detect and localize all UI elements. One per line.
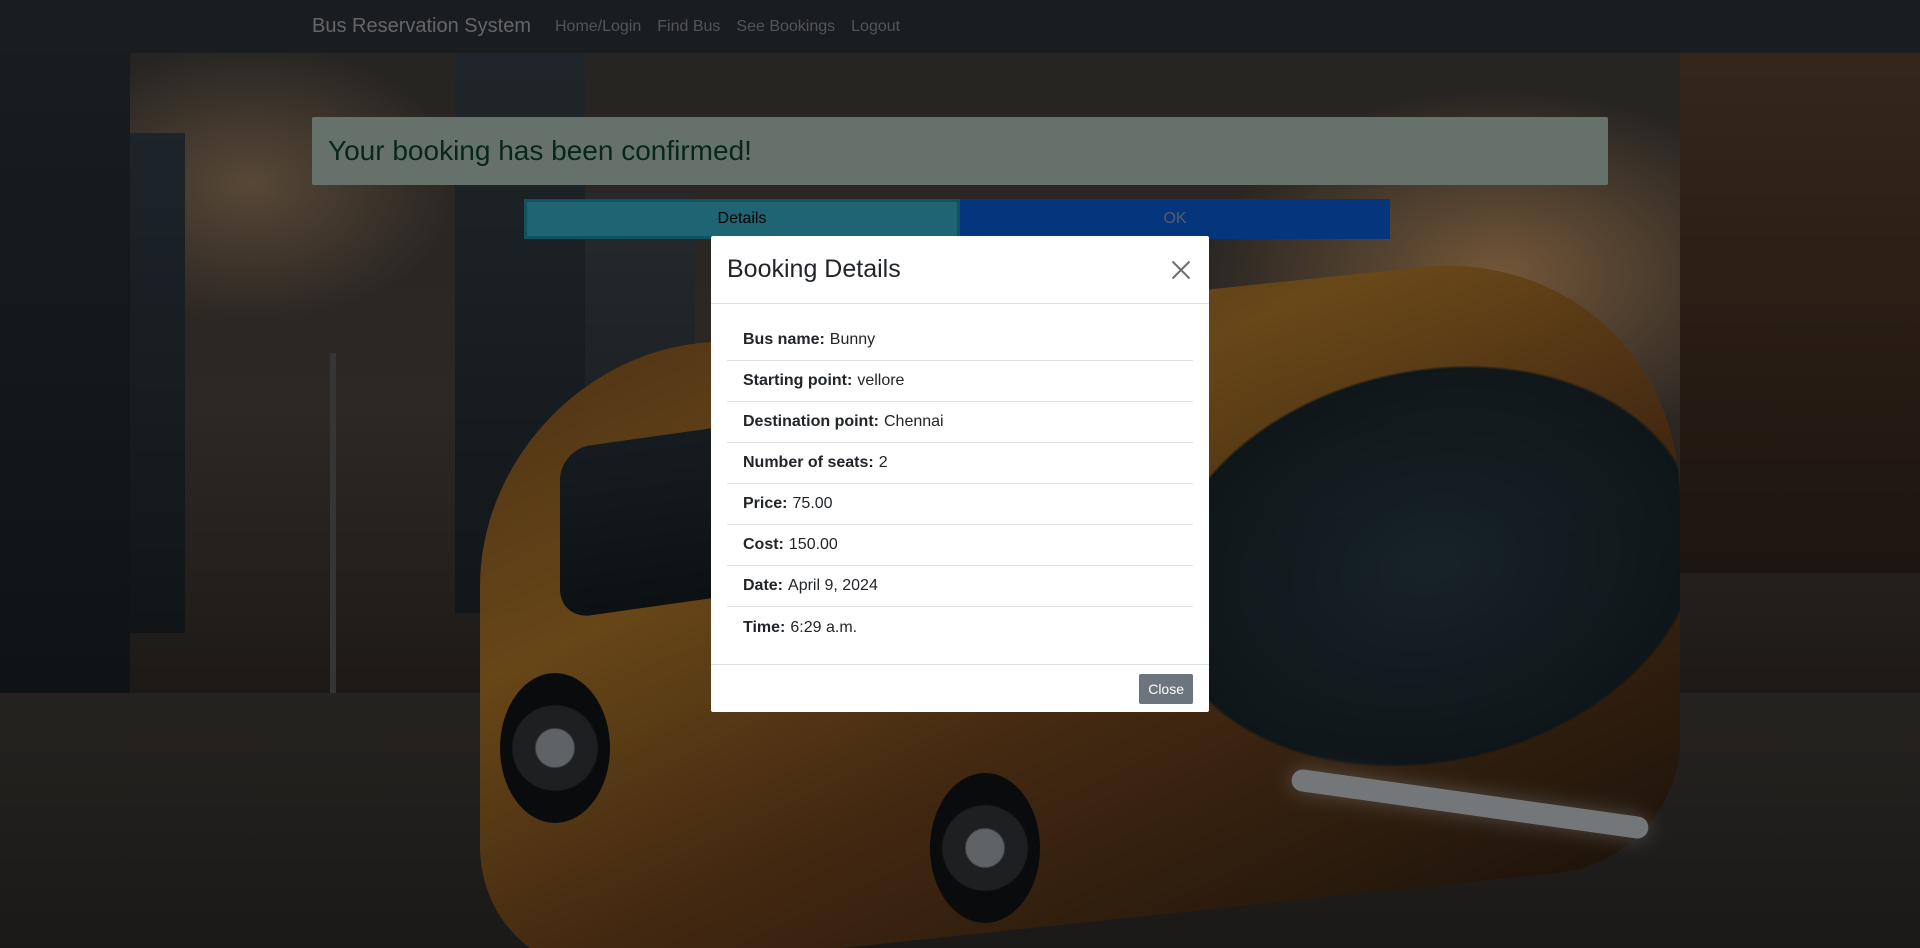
- modal-footer: Close: [711, 664, 1209, 712]
- detail-label: Price:: [743, 495, 788, 512]
- booking-details-modal: Booking Details Bus name: Bunny Starting…: [711, 236, 1209, 712]
- detail-value: 75.00: [792, 495, 833, 512]
- modal-title: Booking Details: [727, 255, 901, 283]
- detail-label: Cost:: [743, 536, 784, 553]
- detail-date: Date: April 9, 2024: [727, 566, 1193, 607]
- detail-label: Starting point:: [743, 372, 853, 389]
- detail-label: Date:: [743, 577, 784, 594]
- detail-value: Bunny: [829, 331, 876, 348]
- detail-value: April 9, 2024: [788, 577, 878, 594]
- detail-value: vellore: [857, 372, 905, 389]
- detail-starting-point: Starting point: vellore: [727, 361, 1193, 402]
- detail-bus-name: Bus name: Bunny: [727, 320, 1193, 361]
- detail-label: Time:: [743, 618, 786, 636]
- detail-value: Chennai: [883, 413, 944, 430]
- detail-label: Bus name:: [743, 331, 825, 348]
- detail-label: Destination point:: [743, 413, 879, 430]
- detail-label: Number of seats:: [743, 454, 874, 471]
- detail-number-of-seats: Number of seats: 2: [727, 443, 1193, 484]
- close-button[interactable]: Close: [1139, 673, 1193, 704]
- detail-value: 6:29 a.m.: [790, 618, 858, 636]
- modal-body: Bus name: Bunny Starting point: vellore …: [711, 304, 1209, 662]
- close-icon[interactable]: [1167, 256, 1195, 284]
- detail-destination-point: Destination point: Chennai: [727, 402, 1193, 443]
- detail-value: 150.00: [788, 536, 838, 553]
- detail-value: 2: [878, 454, 888, 471]
- detail-cost: Cost: 150.00: [727, 525, 1193, 566]
- modal-header: Booking Details: [711, 236, 1209, 304]
- detail-time: Time: 6:29 a.m.: [727, 607, 1193, 648]
- detail-price: Price: 75.00: [727, 484, 1193, 525]
- booking-details-list: Bus name: Bunny Starting point: vellore …: [727, 320, 1193, 648]
